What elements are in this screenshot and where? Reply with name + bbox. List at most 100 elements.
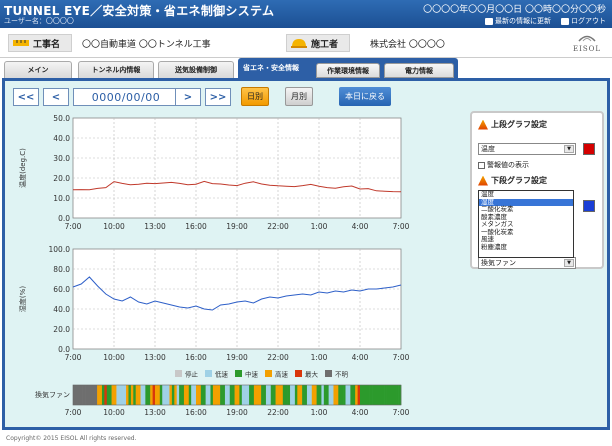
subtab-work-env[interactable]: 作業環境情報 xyxy=(316,63,380,78)
upper-color-picker[interactable] xyxy=(583,143,595,155)
fan-state-cell xyxy=(278,385,281,405)
x-tick-label: 22:00 xyxy=(267,222,289,231)
y-tick-label: 20.0 xyxy=(53,325,70,334)
y-tick-label: 10.0 xyxy=(53,194,70,203)
fan-state-cell xyxy=(388,385,392,405)
x-tick-label: 1:00 xyxy=(311,408,328,417)
daily-button[interactable]: 日別 xyxy=(241,87,269,106)
lower-graph-dropdown[interactable]: 温度 湿度 二酸化炭素 酸素濃度 メタンガス 一酸化炭素 風速 粉塵濃度 xyxy=(478,190,574,258)
contractor-label-text: 施工者 xyxy=(311,39,339,50)
fan-state-cell xyxy=(244,385,247,405)
fan-state-cell xyxy=(343,385,346,405)
date-display: 0000/00/00 xyxy=(73,88,179,106)
checkbox-box xyxy=(478,161,485,169)
chevron-down-icon: ▼ xyxy=(564,259,574,267)
logout-link[interactable]: ログアウト xyxy=(561,16,606,26)
title-bar: TUNNEL EYE／安全対策・省エネ制御システム ユーザー名：〇〇〇〇 〇〇〇… xyxy=(0,0,612,28)
fan-state-cell xyxy=(147,385,151,405)
fan-state-cell xyxy=(73,385,76,405)
user-name: ユーザー名：〇〇〇〇 xyxy=(4,17,74,25)
y-tick-label: 100.0 xyxy=(49,245,71,254)
fan-state-cell xyxy=(232,385,235,405)
x-tick-label: 4:00 xyxy=(352,408,369,417)
legend-swatch xyxy=(325,370,332,377)
fan-state-cell xyxy=(367,385,370,405)
last-button[interactable]: >> xyxy=(205,88,231,106)
fan-state-cell xyxy=(340,385,344,405)
fan-state-cell xyxy=(239,385,243,405)
fan-state-cell xyxy=(97,385,100,405)
monthly-button[interactable]: 月別 xyxy=(285,87,313,106)
fan-state-cell xyxy=(374,385,378,405)
fan-state-cell xyxy=(116,385,120,405)
fan-state-cell xyxy=(372,385,375,405)
bottom-graph-select[interactable]: 換気ファン ▼ xyxy=(478,257,576,269)
fan-state-cell xyxy=(396,385,399,405)
dropdown-option[interactable]: 粉塵濃度 xyxy=(479,243,573,252)
fan-state-cell xyxy=(393,385,397,405)
subtab-power[interactable]: 電力情報 xyxy=(384,63,454,78)
upper-graph-select[interactable]: 温度 ▼ xyxy=(478,143,576,155)
fan-state-cell xyxy=(114,385,117,405)
fan-state-cell xyxy=(179,385,182,405)
fan-state-cell xyxy=(215,385,219,405)
legend-swatch xyxy=(175,370,182,377)
fan-state-cell xyxy=(362,385,366,405)
fan-state-cell xyxy=(237,385,240,405)
upper-graph-title-text: 上段グラフ設定 xyxy=(491,120,547,129)
y-tick-label: 40.0 xyxy=(53,305,70,314)
lower-color-picker[interactable] xyxy=(583,200,595,212)
x-tick-label: 19:00 xyxy=(226,222,248,231)
next-button[interactable]: > xyxy=(175,88,201,106)
charts-area: 0.010.020.030.040.050.07:00 10:00 13:00 16:… xyxy=(18,114,410,417)
fan-state-cell xyxy=(164,385,168,405)
fan-state-cell xyxy=(265,385,269,405)
fan-state-cell xyxy=(99,385,103,405)
tab-air-control[interactable]: 送気設備制御 xyxy=(158,61,234,78)
fan-state-cell xyxy=(198,385,202,405)
fan-state-cell xyxy=(321,385,325,405)
fan-state-cell xyxy=(364,385,368,405)
cone-icon xyxy=(478,175,488,186)
fan-state-cell xyxy=(224,385,228,405)
fan-state-cell xyxy=(302,385,305,405)
fan-label: 換気ファン xyxy=(35,390,70,399)
x-tick-label: 16:00 xyxy=(185,353,207,362)
fan-state-cell xyxy=(309,385,313,405)
fan-state-cell xyxy=(82,385,86,405)
legend-label: 最大 xyxy=(305,370,319,379)
fan-state-cell xyxy=(188,385,192,405)
fan-state-cell xyxy=(101,385,105,405)
fan-state-cell xyxy=(169,385,173,405)
fan-state-cell xyxy=(217,385,221,405)
tab-main[interactable]: メイン xyxy=(4,61,72,78)
fan-state-cell xyxy=(152,385,156,405)
fan-state-cell xyxy=(386,385,390,405)
legend-label: 中速 xyxy=(245,370,259,379)
fan-state-cell xyxy=(273,385,276,405)
upper-graph-title: 上段グラフ設定 xyxy=(478,119,547,130)
refresh-link[interactable]: 最新の情報に更新 xyxy=(485,16,551,26)
x-tick-label: 7:00 xyxy=(65,353,82,362)
x-tick-label: 19:00 xyxy=(226,408,248,417)
project-value: 〇〇自動車道 〇〇トンネル工事 xyxy=(82,39,211,50)
prev-button[interactable]: < xyxy=(43,88,69,106)
fan-state-cell xyxy=(212,385,216,405)
today-button[interactable]: 本日に戻る xyxy=(339,87,391,106)
fan-state-cell xyxy=(258,385,262,405)
tab-tunnel-info[interactable]: トンネル内情報 xyxy=(78,61,154,78)
upper-graph-select-value: 温度 xyxy=(481,145,495,153)
x-tick-label: 13:00 xyxy=(144,222,166,231)
fan-state-cell xyxy=(176,385,180,405)
fan-state-cell xyxy=(174,385,178,405)
legend-swatch xyxy=(235,370,242,377)
fan-state-cell xyxy=(350,385,354,405)
fan-state-cell xyxy=(285,385,288,405)
fan-state-cell xyxy=(85,385,88,405)
fan-state-cell xyxy=(256,385,260,405)
first-button[interactable]: << xyxy=(13,88,39,106)
x-tick-label: 13:00 xyxy=(144,408,166,417)
fan-state-cell xyxy=(155,385,158,405)
tab-energy-safety-label: 省エネ・安全情報 xyxy=(243,64,299,72)
warning-line-checkbox[interactable]: 警報値の表示 xyxy=(478,160,529,170)
